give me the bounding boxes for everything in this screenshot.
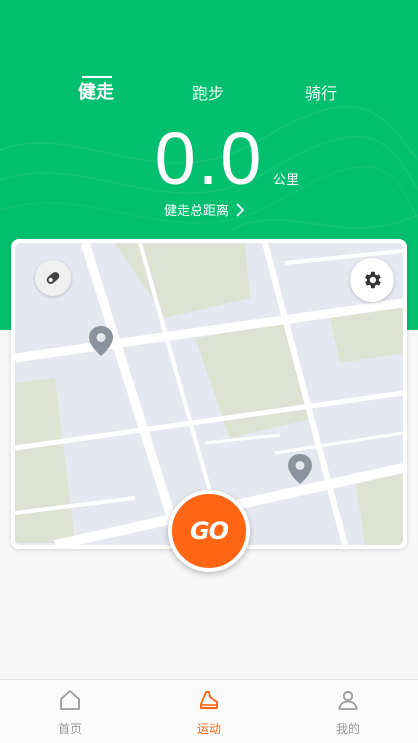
gear-icon (365, 271, 381, 289)
user-icon (338, 690, 358, 710)
distance-unit: 公里 (273, 173, 300, 188)
map-settings-button[interactable] (350, 258, 394, 302)
tab-walk[interactable]: 健走 (78, 78, 114, 104)
go-label: GO (189, 517, 229, 545)
sneaker-icon (200, 691, 218, 709)
tabbar-label-home: 首页 (57, 722, 82, 736)
go-button[interactable]: GO (168, 490, 250, 572)
tabbar-item-me[interactable]: 我的 (298, 680, 398, 743)
shoe-icon (46, 272, 60, 284)
tab-run[interactable]: 跑步 (192, 80, 224, 104)
total-distance-label: 健走总距离 (164, 204, 230, 219)
shoe-button[interactable] (35, 260, 71, 296)
chevron-right-icon (236, 202, 245, 217)
bottom-tabbar: 首页 运动 我的 (0, 679, 418, 743)
tab-ride[interactable]: 骑行 (305, 80, 337, 104)
mode-tabs: 健走 跑步 骑行 (0, 76, 418, 120)
tabbar-item-sport[interactable]: 运动 (159, 680, 259, 743)
tabbar-label-sport: 运动 (196, 722, 221, 736)
tabbar-label-me: 我的 (335, 722, 360, 736)
location-pin-icon (89, 326, 113, 356)
total-distance-link[interactable]: 健走总距离 (164, 200, 245, 219)
location-pin-icon (288, 454, 312, 484)
tabbar-item-home[interactable]: 首页 (20, 680, 120, 743)
distance-value: 0.0 (154, 117, 264, 200)
home-icon (60, 690, 80, 710)
